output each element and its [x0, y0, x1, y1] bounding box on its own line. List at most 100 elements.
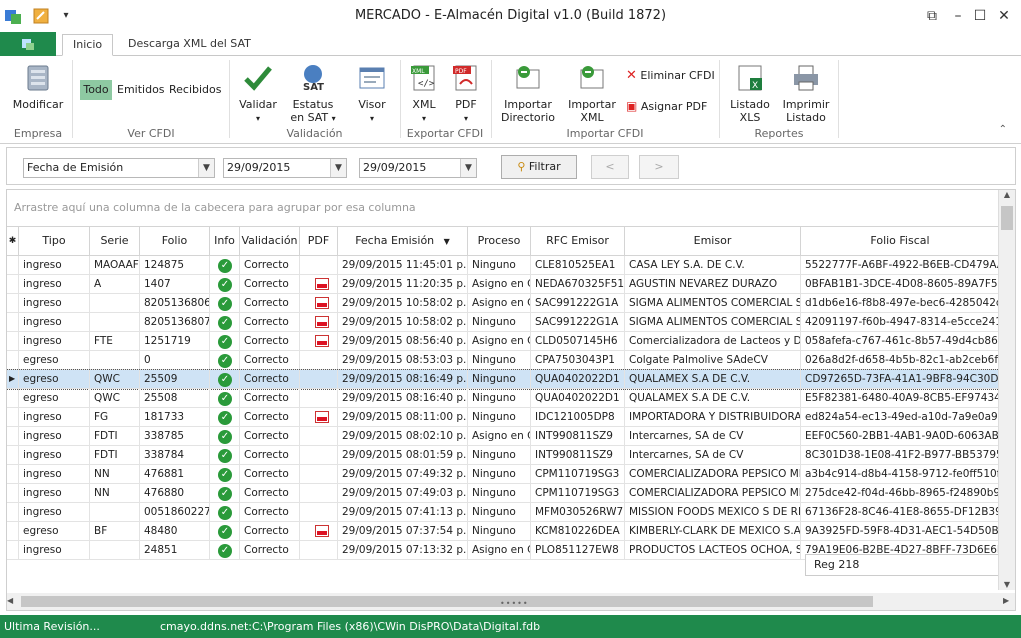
cell-tipo[interactable]: ingreso: [19, 332, 90, 351]
vertical-scroll-thumb[interactable]: [1001, 206, 1013, 230]
cell-pdf[interactable]: [300, 465, 338, 484]
cell-tipo[interactable]: ingreso: [19, 408, 90, 427]
scroll-left-icon[interactable]: ◀: [7, 596, 17, 605]
cell-proceso[interactable]: Ninguno: [468, 389, 531, 408]
cell-folio[interactable]: 181733: [140, 408, 210, 427]
cell-info[interactable]: ✓: [210, 503, 240, 522]
cell-proceso[interactable]: Asigno en C: [468, 294, 531, 313]
export-xml-button[interactable]: XML </> XML ▾: [404, 62, 444, 125]
table-row[interactable]: ingreso NN 476880 ✓ Correcto 29/09/2015 07:49…: [7, 484, 999, 503]
cell-emisor[interactable]: Intercarnes, SA de CV: [625, 427, 801, 446]
cell-rfc[interactable]: CPM110719SG3: [531, 484, 625, 503]
chevron-down-icon[interactable]: ▼: [460, 159, 476, 177]
asignar-pdf-button[interactable]: ▣ Asignar PDF: [626, 96, 707, 116]
cell-emisor[interactable]: COMERCIALIZADORA PEPSICO ME: [625, 465, 801, 484]
cell-folio[interactable]: 1407: [140, 275, 210, 294]
row-indicator[interactable]: [7, 522, 19, 541]
tab-descarga-xml-sat[interactable]: Descarga XML del SAT: [118, 34, 261, 56]
cell-proceso[interactable]: Asigno en C: [468, 541, 531, 560]
row-indicator[interactable]: ▶: [7, 370, 19, 389]
cell-pdf[interactable]: [300, 522, 338, 541]
cell-info[interactable]: ✓: [210, 294, 240, 313]
cell-emisor[interactable]: PRODUCTOS LACTEOS OCHOA, S.: [625, 541, 801, 560]
cell-pdf[interactable]: [300, 427, 338, 446]
splitter-grip[interactable]: •••••: [500, 599, 529, 608]
cell-pdf[interactable]: [300, 313, 338, 332]
cell-ff[interactable]: 42091197-f60b-4947-8314-e5cce241cd: [801, 313, 999, 332]
cell-pdf[interactable]: [300, 351, 338, 370]
cell-tipo[interactable]: egreso: [19, 522, 90, 541]
cell-ff[interactable]: d1db6e16-f8b8-497e-bec6-4285042d8: [801, 294, 999, 313]
cell-folio[interactable]: 48480: [140, 522, 210, 541]
cell-proceso[interactable]: Ninguno: [468, 351, 531, 370]
cell-proceso[interactable]: Ninguno: [468, 484, 531, 503]
row-indicator[interactable]: [7, 465, 19, 484]
row-indicator[interactable]: [7, 503, 19, 522]
ver-recibidos-button[interactable]: Recibidos: [169, 80, 222, 100]
cell-folio[interactable]: 8205136807: [140, 313, 210, 332]
cell-validacion[interactable]: Correcto: [240, 275, 300, 294]
cell-pdf[interactable]: [300, 294, 338, 313]
cell-serie[interactable]: [90, 541, 140, 560]
cell-ff[interactable]: CD97265D-73FA-41A1-9BF8-94C30DE5: [801, 370, 999, 389]
cell-proceso[interactable]: Asigno en C: [468, 275, 531, 294]
tab-inicio[interactable]: Inicio: [62, 34, 114, 56]
minimize-button[interactable]: –: [948, 6, 968, 26]
cell-emisor[interactable]: Colgate Palmolive SAdeCV: [625, 351, 801, 370]
cell-ff[interactable]: a3b4c914-d8b4-4158-9712-fe0ff510f1: [801, 465, 999, 484]
cell-tipo[interactable]: ingreso: [19, 256, 90, 275]
cell-ff[interactable]: EEF0C560-2BB1-4AB1-9A0D-6063ABD9: [801, 427, 999, 446]
cell-info[interactable]: ✓: [210, 370, 240, 389]
table-row[interactable]: ▶ egreso QWC 25509 ✓ Correcto 29/09/2015 08:16…: [7, 369, 1000, 390]
header-rfc-emisor[interactable]: RFC Emisor: [531, 227, 625, 255]
imprimir-listado-button[interactable]: Imprimir Listado: [778, 62, 834, 124]
cell-validacion[interactable]: Correcto: [240, 313, 300, 332]
cell-ff[interactable]: 5522777F-A6BF-4922-B6EB-CD479AA8: [801, 256, 999, 275]
cell-folio[interactable]: 0051860227: [140, 503, 210, 522]
cell-fecha[interactable]: 29/09/2015 07:37:54 p.m.: [338, 522, 468, 541]
cell-fecha[interactable]: 29/09/2015 08:56:40 p.m.: [338, 332, 468, 351]
cell-proceso[interactable]: Ninguno: [468, 370, 531, 389]
cell-emisor[interactable]: KIMBERLY-CLARK DE MEXICO S.A.: [625, 522, 801, 541]
cell-rfc[interactable]: SAC991222G1A: [531, 294, 625, 313]
cell-emisor[interactable]: SIGMA ALIMENTOS COMERCIAL S.: [625, 294, 801, 313]
row-indicator[interactable]: [7, 446, 19, 465]
cell-folio[interactable]: 0: [140, 351, 210, 370]
cell-emisor[interactable]: Comercializadora de Lacteos y De: [625, 332, 801, 351]
cell-tipo[interactable]: ingreso: [19, 446, 90, 465]
cell-emisor[interactable]: SIGMA ALIMENTOS COMERCIAL S.: [625, 313, 801, 332]
ver-todo-button[interactable]: Todo: [80, 80, 112, 100]
cell-info[interactable]: ✓: [210, 522, 240, 541]
cell-rfc[interactable]: MFM030526RW7: [531, 503, 625, 522]
table-row[interactable]: ingreso A 1407 ✓ Correcto 29/09/2015 11:20:35…: [7, 275, 999, 294]
cell-rfc[interactable]: NEDA670325F51: [531, 275, 625, 294]
row-indicator[interactable]: [7, 541, 19, 560]
header-folio-fiscal[interactable]: Folio Fiscal: [801, 227, 999, 255]
pdf-attached-icon[interactable]: [315, 316, 329, 328]
cell-validacion[interactable]: Correcto: [240, 503, 300, 522]
close-button[interactable]: ✕: [994, 6, 1014, 26]
cell-tipo[interactable]: ingreso: [19, 541, 90, 560]
row-indicator[interactable]: [7, 484, 19, 503]
cell-info[interactable]: ✓: [210, 332, 240, 351]
maximize-button[interactable]: ☐: [970, 6, 990, 26]
row-indicator[interactable]: [7, 408, 19, 427]
cell-tipo[interactable]: ingreso: [19, 484, 90, 503]
chevron-down-icon[interactable]: ▼: [330, 159, 346, 177]
pdf-attached-icon[interactable]: [315, 335, 329, 347]
cell-folio[interactable]: 476881: [140, 465, 210, 484]
cell-validacion[interactable]: Correcto: [240, 370, 300, 389]
cell-fecha[interactable]: 29/09/2015 08:11:00 p.m.: [338, 408, 468, 427]
cell-serie[interactable]: A: [90, 275, 140, 294]
cell-proceso[interactable]: Ninguno: [468, 313, 531, 332]
cell-serie[interactable]: FDTI: [90, 446, 140, 465]
table-row[interactable]: ingreso FG 181733 ✓ Correcto 29/09/2015 08:11…: [7, 408, 999, 427]
pdf-attached-icon[interactable]: [315, 411, 329, 423]
scroll-right-icon[interactable]: ▶: [1003, 596, 1013, 605]
cell-ff[interactable]: 058afefa-c767-461c-8b57-49d4cb8607: [801, 332, 999, 351]
cell-validacion[interactable]: Correcto: [240, 541, 300, 560]
cell-tipo[interactable]: egreso: [19, 389, 90, 408]
filtrar-button[interactable]: ⚲ Filtrar: [501, 155, 577, 179]
date-field-select[interactable]: Fecha de Emisión ▼: [23, 158, 215, 178]
cell-fecha[interactable]: 29/09/2015 10:58:02 p.m.: [338, 294, 468, 313]
